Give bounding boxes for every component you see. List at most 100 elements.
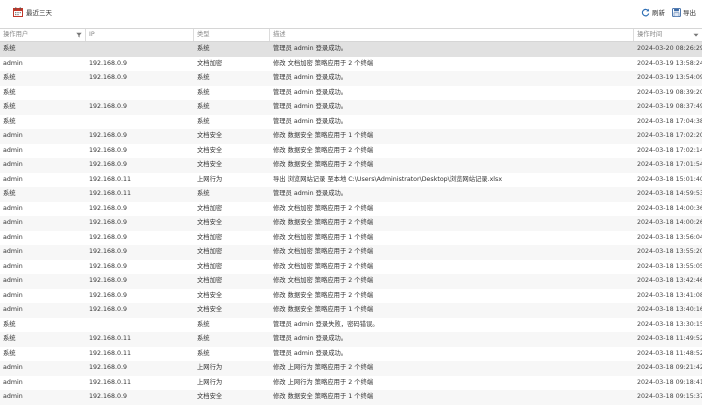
cell-time: 2024-03-18 09:18:41 (637, 378, 702, 386)
cell-ip: 192.168.0.9 (89, 262, 128, 270)
cell-time: 2024-03-18 15:01:40 (637, 175, 702, 183)
calendar-icon (13, 7, 23, 17)
cell-desc: 修改 文档加密 策略应用于 1 个终端 (273, 233, 374, 241)
refresh-label: 刷新 (652, 9, 665, 17)
column-header-time[interactable]: 操作时间 (634, 29, 702, 41)
cell-type: 文档安全 (197, 132, 223, 139)
table-row[interactable]: 系统 系统 管理员 admin 登录成功。 2024-03-20 08:26:29 (0, 42, 702, 57)
cell-user: 系统 (3, 45, 16, 52)
cell-time: 2024-03-18 13:40:16 (637, 306, 702, 313)
table-row[interactable]: admin 192.168.0.9 文档加密 修改 文档加密 策略应用于 2 个终端 2… (0, 245, 702, 260)
table-row[interactable]: admin 192.168.0.9 文档安全 修改 数据安全 策略应用于 1 个终端 2… (0, 129, 702, 144)
table-row[interactable]: admin 192.168.0.9 文档加密 修改 文档加密 策略应用于 2 个终端 2… (0, 202, 702, 217)
cell-user: admin (3, 364, 23, 371)
cell-time: 2024-03-19 13:54:09 (637, 74, 702, 81)
export-button[interactable]: 导出 (672, 7, 696, 17)
column-header-desc[interactable]: 描述 (270, 29, 634, 41)
cell-time: 2024-03-18 13:30:15 (637, 320, 702, 328)
cell-type: 上网行为 (197, 378, 223, 386)
cell-time: 2024-03-20 08:26:29 (637, 45, 702, 52)
cell-ip (86, 86, 194, 101)
cell-user: 系统 (3, 320, 16, 328)
column-header-ip[interactable]: IP (86, 29, 194, 41)
cell-user: 系统 (3, 88, 16, 96)
cell-time: 2024-03-18 13:56:04 (637, 233, 702, 241)
table-row[interactable]: 系统 192.168.0.11 系统 管理员 admin 登录成功。 2024-03-1… (0, 332, 702, 347)
table-row[interactable]: admin 192.168.0.9 文档安全 修改 数据安全 策略应用于 2 个终端 2… (0, 158, 702, 173)
cell-desc: 管理员 admin 登录成功。 (273, 45, 348, 52)
cell-desc: 修改 数据安全 策略应用于 1 个终端 (273, 306, 374, 313)
cell-ip: 192.168.0.9 (89, 306, 128, 313)
cell-time: 2024-03-19 08:37:49 (637, 103, 702, 110)
table-header: 操作用户 IP 类型 描述 操作时间 (0, 28, 702, 42)
date-range-label: 最近三天 (26, 9, 52, 17)
table-row[interactable]: admin 192.168.0.11 上网行为 修改 上网行为 策略应用于 2 个终端… (0, 376, 702, 391)
cell-desc: 管理员 admin 登录失败，密码错误。 (273, 320, 379, 328)
cell-user: admin (3, 204, 23, 212)
filter-icon[interactable] (76, 32, 82, 38)
cell-type: 文档加密 (197, 233, 223, 241)
cell-ip (86, 42, 194, 57)
table-row[interactable]: admin 192.168.0.9 文档加密 修改 文档加密 策略应用于 2 个终端 2… (0, 57, 702, 72)
column-header-type[interactable]: 类型 (194, 29, 270, 41)
cell-type: 系统 (197, 335, 210, 342)
date-range-button[interactable]: 最近三天 (13, 6, 52, 18)
cell-time: 2024-03-18 14:00:26 (637, 219, 702, 226)
cell-type: 上网行为 (197, 175, 223, 183)
cell-time: 2024-03-18 17:02:20 (637, 132, 702, 139)
table-row[interactable]: admin 192.168.0.9 上网行为 修改 上网行为 策略应用于 2 个终端 2… (0, 361, 702, 376)
cell-user: 系统 (3, 74, 16, 81)
table-row[interactable]: admin 192.168.0.9 文档安全 修改 数据安全 策略应用于 2 个终端 2… (0, 289, 702, 304)
cell-ip (86, 115, 194, 130)
cell-time: 2024-03-18 09:21:42 (637, 364, 702, 371)
cell-desc: 修改 数据安全 策略应用于 1 个终端 (273, 132, 374, 139)
cell-time: 2024-03-18 13:55:05 (637, 262, 702, 270)
cell-time: 2024-03-18 13:42:46 (637, 277, 702, 284)
table-row[interactable]: admin 192.168.0.9 文档安全 修改 数据安全 策略应用于 1 个终端 2… (0, 303, 702, 318)
cell-desc: 管理员 admin 登录成功。 (273, 117, 348, 125)
refresh-button[interactable]: 刷新 (641, 7, 665, 17)
cell-time: 2024-03-18 17:04:38 (637, 117, 702, 125)
table-row[interactable]: 系统 192.168.0.11 系统 管理员 admin 登录成功。 2024-03-1… (0, 187, 702, 202)
table-row[interactable]: 系统 系统 管理员 admin 登录成功。 2024-03-19 08:39:20 (0, 86, 702, 101)
table-row[interactable]: admin 192.168.0.9 文档安全 修改 数据安全 策略应用于 2 个终端 2… (0, 144, 702, 159)
cell-user: admin (3, 277, 23, 284)
column-header-ip-label: IP (89, 31, 95, 38)
cell-time: 2024-03-18 17:01:54 (637, 161, 702, 168)
cell-desc: 修改 文档加密 策略应用于 2 个终端 (273, 277, 374, 284)
cell-time: 2024-03-19 13:58:24 (637, 59, 702, 67)
cell-desc: 修改 上网行为 策略应用于 2 个终端 (273, 364, 374, 371)
cell-type: 文档加密 (197, 262, 223, 270)
cell-type: 文档安全 (197, 219, 223, 226)
table-row[interactable]: admin 192.168.0.9 文档加密 修改 文档加密 策略应用于 1 个终端 2… (0, 231, 702, 246)
table-row[interactable]: 系统 系统 管理员 admin 登录成功。 2024-03-18 17:04:38 (0, 115, 702, 130)
column-header-user[interactable]: 操作用户 (0, 29, 86, 41)
table-row[interactable]: admin 192.168.0.9 文档加密 修改 文档加密 策略应用于 2 个终端 2… (0, 274, 702, 289)
table-row[interactable]: admin 192.168.0.9 文档加密 修改 文档加密 策略应用于 2 个终端 2… (0, 260, 702, 275)
cell-ip: 192.168.0.11 (89, 175, 132, 183)
table-row[interactable]: admin 192.168.0.11 上网行为 导出 浏览网站记录 至本地 C:\Us… (0, 173, 702, 188)
table-row[interactable]: 系统 192.168.0.9 系统 管理员 admin 登录成功。 2024-03-19… (0, 100, 702, 115)
table-row[interactable]: admin 192.168.0.9 文档安全 修改 数据安全 策略应用于 2 个终端 2… (0, 216, 702, 231)
cell-desc: 管理员 admin 登录成功。 (273, 349, 348, 357)
cell-ip: 192.168.0.9 (89, 59, 128, 67)
cell-desc: 管理员 admin 登录成功。 (273, 88, 348, 96)
table-row[interactable]: 系统 192.168.0.9 系统 管理员 admin 登录成功。 2024-03-19… (0, 71, 702, 86)
column-header-user-label: 操作用户 (3, 31, 29, 38)
table-row[interactable]: 系统 系统 管理员 admin 登录失败，密码错误。 2024-03-18 13:30… (0, 318, 702, 333)
table-row[interactable]: 系统 192.168.0.11 系统 管理员 admin 登录成功。 2024-03-1… (0, 347, 702, 362)
cell-time: 2024-03-18 17:02:14 (637, 146, 702, 154)
cell-time: 2024-03-18 11:49:52 (637, 335, 702, 342)
cell-user: 系统 (3, 335, 16, 342)
cell-desc: 管理员 admin 登录成功。 (273, 190, 348, 197)
cell-time: 2024-03-18 14:00:36 (637, 204, 702, 212)
cell-desc: 修改 文档加密 策略应用于 2 个终端 (273, 204, 374, 212)
cell-user: admin (3, 378, 23, 386)
table-row[interactable]: admin 192.168.0.9 文档安全 修改 数据安全 策略应用于 1 个终端 2… (0, 390, 702, 405)
cell-ip: 192.168.0.9 (89, 248, 128, 255)
cell-ip: 192.168.0.9 (89, 291, 128, 299)
sort-down-icon[interactable] (693, 32, 699, 38)
column-header-time-label: 操作时间 (637, 31, 663, 38)
cell-desc: 修改 文档加密 策略应用于 2 个终端 (273, 59, 374, 67)
cell-ip (86, 318, 194, 333)
